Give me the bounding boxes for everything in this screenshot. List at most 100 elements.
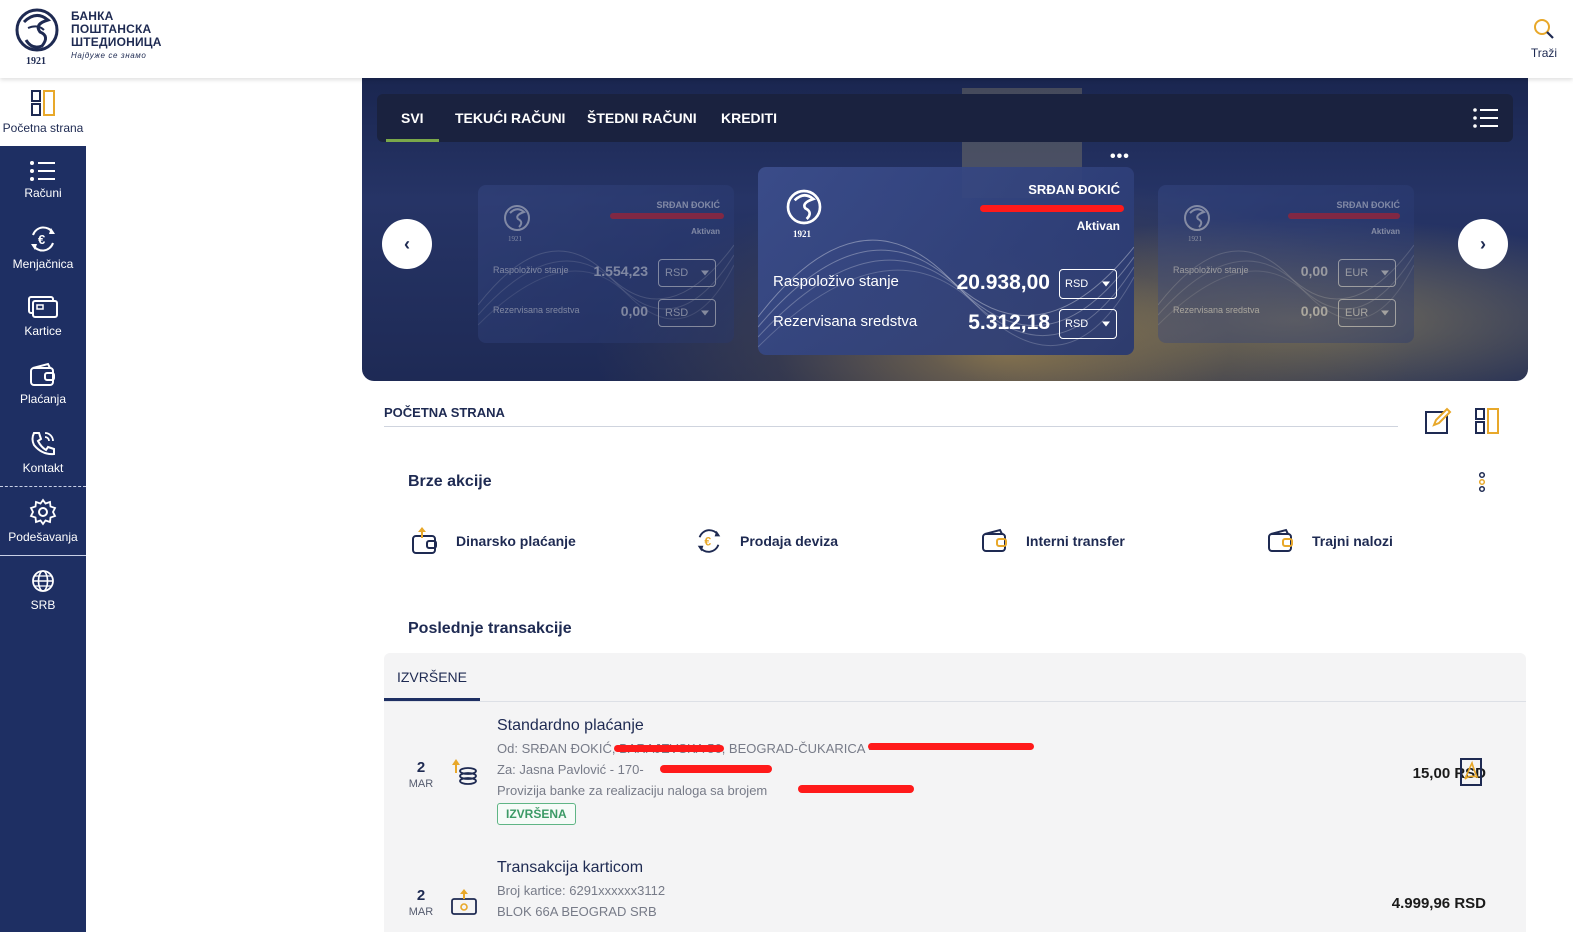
currency-select[interactable]: EUR [1338, 259, 1396, 287]
card-status: Aktivan [1371, 227, 1400, 236]
available-balance-label: Raspoloživo stanje [1173, 265, 1249, 275]
transaction-row[interactable]: 2 MAR Standardno plaćanje Od: SRĐAN ĐOKI… [384, 717, 1526, 837]
redaction-mark [980, 205, 1124, 212]
currency-value: EUR [1345, 307, 1369, 319]
tab-current-accounts[interactable]: TEKUĆI RAČUNI [455, 94, 565, 142]
transaction-day: 2 [416, 887, 426, 904]
redaction-mark [660, 765, 772, 773]
card-year: 1921 [793, 229, 811, 239]
tab-savings-accounts[interactable]: ŠTEDNI RAČUNI [587, 94, 697, 142]
account-card-active[interactable]: 1921 SRĐAN ĐOKIĆ Aktivan Raspoloživo sta… [758, 167, 1134, 355]
currency-value: RSD [665, 267, 689, 279]
quick-action-internal-transfer[interactable]: Interni transfer [980, 526, 1125, 556]
sidebar-item-label: Menjačnica [12, 257, 74, 271]
transaction-to: Za: Jasna Pavlović - 170- [497, 762, 644, 777]
caret-down-icon [701, 270, 709, 276]
currency-select[interactable]: RSD [1059, 309, 1117, 339]
chevron-right-icon: › [1480, 233, 1486, 254]
quick-action-label: Interni transfer [1026, 533, 1125, 549]
sidebar-item-cards[interactable]: Kartice [0, 282, 86, 350]
tab-loans[interactable]: KREDITI [721, 94, 777, 142]
available-balance-row: Raspoloživo stanje [1173, 265, 1249, 275]
carousel-next-button[interactable]: › [1458, 219, 1508, 269]
sidebar-item-settings[interactable]: Podešavanja [0, 487, 86, 555]
reserved-value: 5.312,18 [968, 311, 1050, 334]
available-balance-label: Raspoloživo stanje [773, 273, 899, 290]
card-transaction-icon [451, 889, 477, 915]
logo-text: БАНКА ПОШТАНСКА ШТЕДИОНИЦА Најдуже се зн… [71, 10, 162, 61]
transaction-title: Standardno plaćanje [497, 717, 644, 734]
carousel-prev-button[interactable]: ‹ [382, 219, 432, 269]
list-icon [30, 161, 55, 181]
page-title: POČETNA STRANA [384, 405, 1398, 427]
account-card[interactable]: 1921 SRĐAN ĐOKIĆ Aktivan Raspoloživo sta… [1158, 185, 1414, 343]
accounts-carousel: SVI TEKUĆI RAČUNI ŠTEDNI RAČUNI KREDITI … [362, 78, 1528, 381]
card-status: Aktivan [691, 227, 720, 236]
tab-divider [384, 701, 1526, 702]
card-logo-icon [786, 189, 822, 225]
sidebar-item-accounts[interactable]: Računi [0, 146, 86, 214]
reserved-row: Rezervisana sredstva [1173, 305, 1260, 315]
transaction-card-number: Broj kartice: 6291xxxxxx3112 [497, 883, 666, 898]
sidebar-item-home[interactable]: Početna strana [0, 78, 86, 146]
dashboard-icon [31, 90, 55, 116]
edit-icon[interactable] [1424, 407, 1452, 435]
tab-completed[interactable]: IZVRŠENE [384, 653, 480, 701]
cards-icon [28, 296, 58, 318]
available-balance-value: 0,00 [1300, 263, 1328, 279]
bank-logo[interactable]: 1921 БАНКА ПОШТАНСКА ШТЕДИОНИЦА Најдуже … [14, 6, 162, 67]
currency-exchange-icon: € [697, 529, 721, 553]
reserved-label: Rezervisana sredstva [493, 305, 580, 315]
search-button[interactable]: Traži [1529, 18, 1559, 60]
card-owner-name: SRĐAN ĐOKIĆ [656, 200, 720, 210]
top-header: 1921 БАНКА ПОШТАНСКА ШТЕДИОНИЦА Најдуже … [0, 0, 1573, 78]
redaction-mark [614, 745, 724, 752]
available-balance-row: Raspoloživo stanje [773, 273, 899, 290]
transaction-merchant: BLOK 66A BEOGRAD SRB [497, 904, 657, 919]
quick-action-label: Prodaja deviza [740, 533, 839, 549]
transaction-title: Transakcija karticom [497, 859, 644, 876]
currency-exchange-icon: € [31, 226, 55, 252]
logo-line-3: ШТЕДИОНИЦА [71, 35, 162, 49]
tab-all[interactable]: SVI [386, 94, 438, 142]
sidebar-item-label: Kartice [24, 324, 62, 338]
account-card[interactable]: 1921 SRĐAN ĐOKIĆ Aktivan Raspoloživo sta… [478, 185, 734, 343]
quick-action-dinar-payment[interactable]: Dinarsko plaćanje [410, 526, 576, 556]
sidebar-item-contact[interactable]: Kontakt [0, 418, 86, 486]
payment-icon [412, 527, 437, 554]
currency-select[interactable]: RSD [658, 259, 716, 287]
svg-text:€: € [704, 535, 711, 549]
transaction-description: Provizija banke za realizaciju naloga sa… [497, 783, 768, 798]
quick-action-standing-orders[interactable]: Trajni nalozi [1266, 526, 1393, 556]
card-year: 1921 [1188, 235, 1202, 243]
transactions-panel: IZVRŠENE 2 MAR Standardno plaćanje Od: S… [384, 653, 1526, 932]
globe-icon [32, 570, 54, 592]
currency-select[interactable]: RSD [1059, 269, 1117, 299]
sidebar-item-label: SRB [30, 598, 56, 612]
available-balance-value: 1.554,23 [593, 263, 649, 279]
quick-action-sell-currency[interactable]: € Prodaja deviza [694, 526, 838, 556]
sidebar-item-payments[interactable]: Plaćanja [0, 350, 86, 418]
currency-select[interactable]: EUR [1338, 299, 1396, 327]
logo-slogan: Најдуже се знамо [71, 51, 147, 60]
list-view-icon[interactable] [1473, 108, 1499, 128]
transaction-day: 2 [416, 759, 426, 776]
pdf-icon[interactable] [1459, 757, 1483, 787]
transfer-icon [982, 528, 1007, 552]
more-options-dots[interactable]: ••• [1110, 148, 1130, 166]
quick-actions-title: Brze akcije [408, 473, 492, 490]
sidebar-item-exchange[interactable]: € Menjačnica [0, 214, 86, 282]
transaction-row[interactable]: 2 MAR Transakcija karticom Broj kartice:… [384, 859, 1526, 932]
kebab-menu-icon[interactable] [1478, 471, 1486, 493]
search-label: Traži [1530, 46, 1558, 60]
transactions-title: Poslednje transakcije [408, 620, 572, 637]
logo-emblem-icon: 1921 [14, 6, 64, 67]
phone-icon [31, 432, 55, 456]
dashboard-icon[interactable] [1474, 407, 1500, 435]
sidebar-item-language[interactable]: SRB [0, 556, 86, 624]
currency-select[interactable]: RSD [658, 299, 716, 327]
logo-year: 1921 [26, 56, 46, 67]
sidebar: Početna strana Računi € Menjačnica Karti… [0, 78, 86, 932]
gear-icon [29, 498, 57, 526]
standing-order-icon [1268, 528, 1293, 552]
